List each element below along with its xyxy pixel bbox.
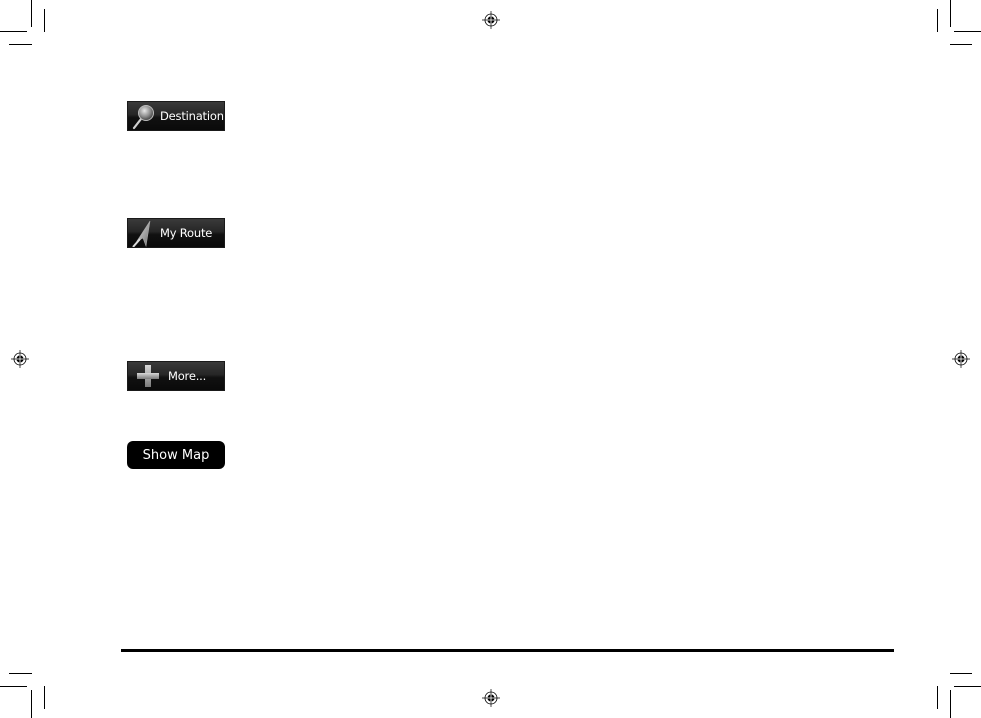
crop-mark-top-left-v1 <box>31 0 32 27</box>
crop-mark-bottom-right-h1 <box>954 686 981 687</box>
crop-mark-bottom-right-v2 <box>937 686 938 709</box>
show-map-button[interactable]: Show Map <box>127 441 225 469</box>
crop-mark-top-left-v2 <box>44 9 45 32</box>
crop-mark-top-right-v1 <box>950 0 951 27</box>
crop-mark-top-right-h1 <box>954 31 981 32</box>
crop-mark-top-right-v2 <box>937 9 938 32</box>
registration-mark-right-icon <box>952 350 970 368</box>
crop-mark-bottom-left-v1 <box>31 690 32 718</box>
crop-mark-bottom-left-h2 <box>9 673 32 674</box>
registration-mark-bottom-icon <box>482 689 500 707</box>
crop-mark-bottom-left-h1 <box>0 686 27 687</box>
crop-mark-top-left-h2 <box>9 44 32 45</box>
registration-mark-top-icon <box>482 11 500 29</box>
more-button[interactable]: More... <box>127 361 225 391</box>
magnifier-icon <box>128 102 158 130</box>
crop-mark-bottom-right-h2 <box>950 673 972 674</box>
my-route-button[interactable]: My Route <box>127 218 225 248</box>
route-arrow-icon <box>128 219 158 248</box>
destination-button-label: Destination <box>160 109 224 123</box>
registration-mark-left-icon <box>11 350 29 368</box>
crop-mark-top-right-h2 <box>950 44 972 45</box>
show-map-button-label: Show Map <box>142 447 210 463</box>
crop-mark-bottom-left-v2 <box>44 686 45 709</box>
crop-mark-bottom-right-v1 <box>950 690 951 718</box>
crop-mark-top-left-h1 <box>0 31 27 32</box>
footer-divider <box>121 649 894 652</box>
my-route-button-label: My Route <box>160 226 213 240</box>
more-button-label: More... <box>168 369 207 383</box>
destination-button[interactable]: Destination <box>127 101 225 131</box>
plus-icon <box>128 362 166 390</box>
